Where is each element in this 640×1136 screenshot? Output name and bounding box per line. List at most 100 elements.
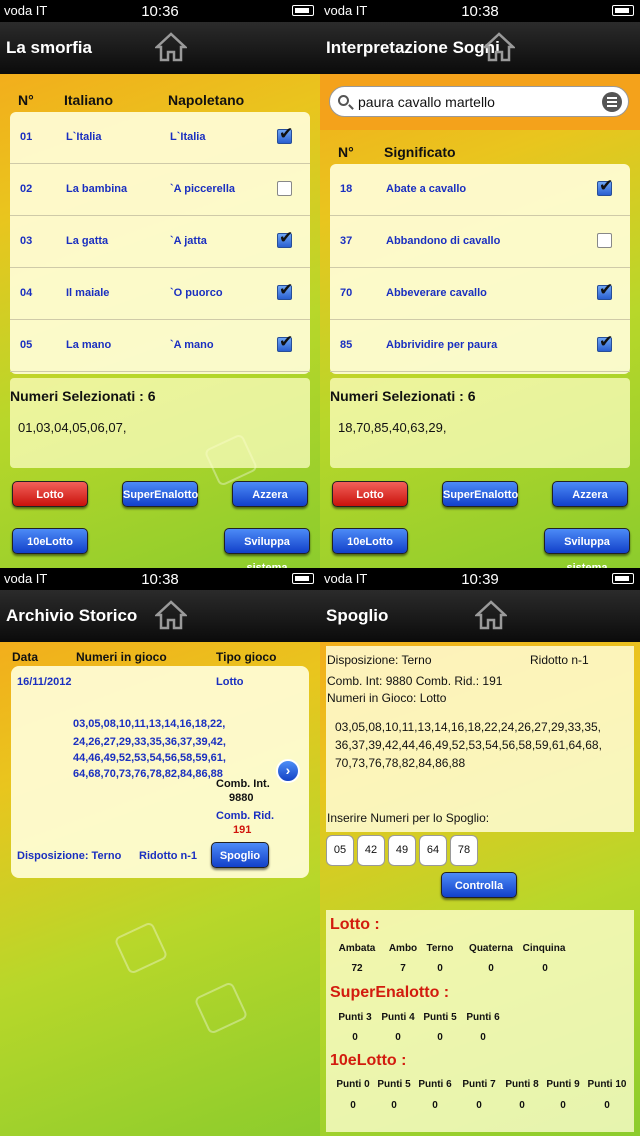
spoglio-number-input[interactable]: 05	[326, 835, 354, 866]
spoglio-info-box: Disposizione: Terno Ridotto n-1 Comb. In…	[326, 646, 634, 832]
sviluppa-sistema-button[interactable]: Sviluppa sistema	[544, 528, 630, 568]
row-significato: Abate a cavallo	[386, 183, 467, 195]
status-time: 10:36	[141, 3, 179, 20]
smorfia-screen: voda IT 10:36 La smorfia N° Italiano Nap…	[0, 0, 320, 568]
row-napoletano: `A jatta	[170, 235, 207, 247]
result-col-label: Terno	[426, 943, 454, 954]
home-icon[interactable]	[475, 600, 507, 630]
result-col-label: Punti 5	[377, 1079, 411, 1090]
row-number: 01	[20, 131, 33, 143]
row-number: 02	[20, 183, 33, 195]
search-input[interactable]: paura cavallo martello	[329, 86, 629, 117]
row-italiano: La gatta	[66, 235, 109, 247]
row-number: 85	[340, 339, 353, 351]
superenalotto-button[interactable]: SuperEnalotto	[442, 481, 518, 507]
row-checkbox[interactable]	[277, 332, 293, 352]
spoglio-numbers-line: 03,05,08,10,11,13,14,16,18,22,24,26,27,2…	[335, 720, 602, 734]
row-checkbox[interactable]	[277, 124, 293, 144]
table-row[interactable]: 04 Il maiale `O puorco	[10, 268, 310, 320]
status-time: 10:38	[461, 3, 499, 20]
row-napoletano: `A mano	[170, 339, 214, 351]
spoglio-numeri-label: Numeri in Gioco: Lotto	[327, 691, 447, 705]
entry-numbers-line: 03,05,08,10,11,13,14,16,18,22,	[73, 718, 226, 730]
spoglio-button[interactable]: Spoglio	[211, 842, 269, 868]
comb-int-value: 9880	[229, 792, 254, 804]
diecielotto-button[interactable]: 10eLotto	[332, 528, 408, 554]
result-value: 0	[437, 963, 443, 974]
result-value: 0	[395, 1032, 401, 1043]
row-checkbox[interactable]	[597, 332, 613, 352]
detail-disclosure-icon[interactable]: ›	[276, 759, 300, 783]
table-row[interactable]: 01 L`Italia L`Italia	[10, 112, 310, 164]
table-row[interactable]: 05 La mano `A mano	[10, 320, 310, 372]
archive-entry[interactable]: 16/11/2012 Lotto 03,05,08,10,11,13,14,16…	[11, 666, 309, 878]
sogni-screen: voda IT 10:38 Interpretazione Sogni paur…	[320, 0, 640, 568]
col-header-number: N°	[18, 92, 34, 108]
table-row[interactable]: 70 Abbeverare cavallo	[330, 268, 630, 320]
result-value: 0	[352, 1032, 358, 1043]
table-row[interactable]: 37 Abbandono di cavallo	[330, 216, 630, 268]
search-icon	[338, 95, 349, 106]
row-significato: Abbrividire per paura	[386, 339, 498, 351]
entry-ridotto: Ridotto n-1	[139, 850, 198, 862]
spoglio-number-input[interactable]: 78	[450, 835, 478, 866]
lotto-button[interactable]: Lotto	[332, 481, 408, 507]
table-row[interactable]: 18 Abate a cavallo	[330, 164, 630, 216]
list-menu-icon[interactable]	[602, 92, 622, 112]
azzera-button[interactable]: Azzera	[552, 481, 628, 507]
spoglio-number-input[interactable]: 42	[357, 835, 385, 866]
result-col-label: Quaterna	[469, 943, 513, 954]
row-checkbox[interactable]	[597, 233, 612, 248]
result-value: 0	[604, 1100, 610, 1111]
entry-disposizione: Disposizione: Terno	[17, 850, 122, 862]
spoglio-number-input[interactable]: 64	[419, 835, 447, 866]
status-bar: voda IT 10:38	[320, 0, 640, 22]
result-col-label: Punti 7	[462, 1079, 496, 1090]
table-row[interactable]: 02 La bambina `A piccerella	[10, 164, 310, 216]
home-icon[interactable]	[155, 600, 187, 630]
sogni-table: 18 Abate a cavallo 37 Abbandono di caval…	[330, 164, 630, 374]
home-icon[interactable]	[155, 32, 187, 62]
row-number: 04	[20, 287, 33, 299]
row-significato: Abbandono di cavallo	[386, 235, 501, 247]
home-icon[interactable]	[483, 32, 515, 62]
nav-bar: Spoglio	[320, 590, 640, 642]
entry-numbers-line: 64,68,70,73,76,78,82,84,86,88	[73, 768, 223, 780]
controlla-button[interactable]: Controlla	[441, 872, 517, 898]
row-checkbox[interactable]	[277, 181, 292, 196]
row-checkbox[interactable]	[597, 280, 613, 300]
lotto-button[interactable]: Lotto	[12, 481, 88, 507]
result-col-label: Punti 9	[546, 1079, 580, 1090]
comb-rid-value: 191	[233, 824, 252, 836]
row-number: 05	[20, 339, 33, 351]
spoglio-ridotto: Ridotto n-1	[530, 653, 589, 667]
search-query: paura cavallo martello	[358, 94, 495, 110]
table-row[interactable]: 85 Abbrividire per paura	[330, 320, 630, 372]
battery-icon	[612, 573, 634, 584]
sviluppa-sistema-button[interactable]: Sviluppa sistema	[224, 528, 310, 568]
selected-numbers-box: Numeri Selezionati : 6 01,03,04,05,06,07…	[10, 378, 310, 468]
result-value: 72	[351, 963, 363, 974]
row-napoletano: `O puorco	[170, 287, 223, 299]
result-value: 0	[350, 1100, 356, 1111]
search-bar: paura cavallo martello	[320, 74, 640, 130]
page-title: Archivio Storico	[6, 606, 138, 625]
superenalotto-button[interactable]: SuperEnalotto	[122, 481, 198, 507]
row-significato: Abbeverare cavallo	[386, 287, 487, 299]
status-time: 10:38	[141, 571, 179, 588]
spoglio-number-input[interactable]: 49	[388, 835, 416, 866]
result-value: 0	[437, 1032, 443, 1043]
row-checkbox[interactable]	[277, 228, 293, 248]
row-checkbox[interactable]	[597, 176, 613, 196]
result-value: 0	[519, 1100, 525, 1111]
row-checkbox[interactable]	[277, 280, 293, 300]
diecielotto-button[interactable]: 10eLotto	[12, 528, 88, 554]
inserire-label: Inserire Numeri per lo Spoglio:	[327, 811, 490, 825]
table-row[interactable]: 03 La gatta `A jatta	[10, 216, 310, 268]
row-italiano: La mano	[66, 339, 112, 351]
smorfia-table: 01 L`Italia L`Italia 02 La bambina `A pi…	[10, 112, 310, 374]
result-col-label: Punti 3	[338, 1012, 372, 1023]
spoglio-results: Lotto : Ambata Ambo Terno Quaterna Cinqu…	[326, 910, 634, 1132]
azzera-button[interactable]: Azzera	[232, 481, 308, 507]
entry-numbers-line: 24,26,27,29,33,35,36,37,39,42,	[73, 736, 226, 748]
